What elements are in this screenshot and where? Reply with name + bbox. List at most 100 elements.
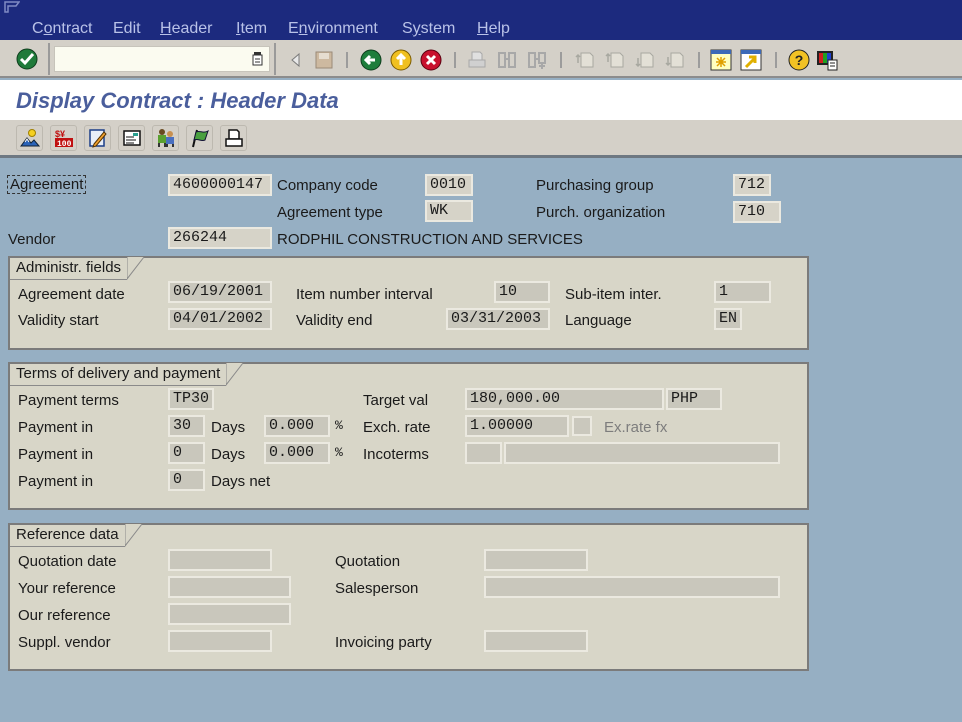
subitem-field[interactable]: 1 (714, 281, 771, 303)
command-field[interactable] (54, 46, 270, 72)
suppl-vendor-field[interactable] (168, 630, 272, 652)
menu-edit[interactable]: Edit (113, 20, 141, 38)
enter-icon[interactable] (16, 48, 38, 70)
payment-in-3-label: Payment in (18, 473, 94, 490)
create-session-icon[interactable] (710, 49, 732, 71)
validity-end-field[interactable]: 03/31/2003 (446, 308, 550, 330)
tab-edge (226, 363, 244, 386)
incoterms-desc-field[interactable] (504, 442, 780, 464)
validity-start-field[interactable]: 04/01/2002 (168, 308, 272, 330)
quotation-date-field[interactable] (168, 549, 272, 571)
validity-end-label: Validity end (296, 312, 373, 329)
salesperson-field[interactable] (484, 576, 780, 598)
validity-start-label: Validity start (18, 312, 99, 329)
conditions-icon: $¥100 (54, 129, 73, 148)
target-val-field[interactable]: 180,000.00 (465, 388, 664, 410)
company-code-field[interactable]: 0010 (425, 174, 473, 196)
system-menu-icon[interactable] (4, 1, 20, 13)
vendor-label: Vendor (8, 231, 56, 248)
partners-icon (157, 129, 174, 147)
texts-icon (88, 129, 107, 148)
your-reference-label: Your reference (18, 580, 116, 597)
standard-toolbar: ? (0, 40, 962, 78)
menu-help[interactable]: Help (477, 20, 510, 38)
exrate-fx-checkbox[interactable] (572, 416, 592, 436)
subitem-label: Sub-item inter. (565, 286, 662, 303)
incoterms-label: Incoterms (363, 446, 429, 463)
last-page-icon[interactable] (664, 49, 686, 71)
agreement-date-label: Agreement date (18, 286, 125, 303)
status-icon (191, 129, 209, 148)
texts-button[interactable] (84, 125, 111, 151)
payment-in-2-days-field[interactable]: 0 (168, 442, 205, 464)
purch-org-field[interactable]: 710 (733, 201, 781, 223)
menu-header[interactable]: Header (160, 20, 212, 38)
currency-field[interactable]: PHP (666, 388, 722, 410)
item-interval-field[interactable]: 10 (494, 281, 550, 303)
vendor-field[interactable]: 266244 (168, 227, 272, 249)
purchasing-group-field[interactable]: 712 (733, 174, 771, 196)
shortcut-icon[interactable] (740, 49, 762, 71)
conditions-button[interactable]: $¥ 100 (50, 125, 77, 151)
next-page-icon[interactable] (634, 49, 656, 71)
agreement-date-field[interactable]: 06/19/2001 (168, 281, 272, 303)
layout-menu-icon[interactable] (816, 49, 838, 71)
invoicing-party-field[interactable] (484, 630, 588, 652)
first-page-icon[interactable] (574, 49, 596, 71)
toolbar-divider (775, 52, 777, 68)
messages-button[interactable] (220, 125, 247, 151)
find-next-icon[interactable] (526, 49, 548, 71)
save-icon[interactable] (313, 49, 335, 71)
vendor-name: RODPHIL CONSTRUCTION AND SERVICES (277, 231, 583, 248)
find-icon[interactable] (496, 49, 518, 71)
invoicing-party-label: Invoicing party (335, 634, 432, 651)
reference-title: Reference data (10, 524, 142, 547)
percent-label: % (335, 418, 343, 433)
payment-in-1-label: Payment in (18, 419, 94, 436)
previous-page-icon[interactable] (604, 49, 626, 71)
menu-item[interactable]: Item (236, 20, 267, 38)
payment-terms-label: Payment terms (18, 392, 119, 409)
quotation-field[interactable] (484, 549, 588, 571)
payment-in-1-pct-field[interactable]: 0.000 (264, 415, 330, 437)
admin-fields-title: Administr. fields (10, 257, 145, 280)
application-toolbar: $¥ 100 (0, 120, 962, 158)
agreement-type-field[interactable]: WK (425, 200, 473, 222)
our-reference-label: Our reference (18, 607, 111, 624)
partners-button[interactable] (152, 125, 179, 151)
our-reference-field[interactable] (168, 603, 291, 625)
language-field[interactable]: EN (714, 308, 742, 330)
menu-environment[interactable]: Environment (288, 20, 378, 38)
status-button[interactable] (186, 125, 213, 151)
menu-bar: Contract Edit Header Item Environment Sy… (0, 0, 962, 40)
terms-group: Terms of delivery and payment (8, 362, 809, 510)
payment-terms-field[interactable]: TP30 (168, 388, 214, 410)
tab-edge (127, 257, 145, 280)
back-nav-icon[interactable] (284, 49, 306, 71)
agreement-field[interactable]: 4600000147 (168, 174, 272, 196)
payment-in-3-days-field[interactable]: 0 (168, 469, 205, 491)
command-history-icon[interactable] (252, 52, 263, 66)
title-bar: Display Contract : Header Data (0, 80, 962, 120)
menu-contract[interactable]: Contract (32, 20, 92, 38)
days-net-label: Days net (211, 473, 271, 490)
svg-text:100: 100 (57, 140, 72, 148)
your-reference-field[interactable] (168, 576, 291, 598)
toolbar-separator (48, 43, 50, 75)
salesperson-label: Salesperson (335, 580, 419, 597)
menu-system[interactable]: System (402, 20, 455, 38)
payment-in-2-pct-field[interactable]: 0.000 (264, 442, 330, 464)
header-data-button[interactable] (118, 125, 145, 151)
agreement-type-label: Agreement type (277, 204, 383, 221)
svg-text:?: ? (795, 52, 804, 68)
payment-in-1-days-field[interactable]: 30 (168, 415, 205, 437)
cancel-icon[interactable] (420, 49, 442, 71)
tab-edge (124, 524, 142, 547)
back-icon[interactable] (360, 49, 382, 71)
help-icon[interactable]: ? (788, 49, 810, 71)
header-details-button[interactable] (16, 125, 43, 151)
exch-rate-field[interactable]: 1.00000 (465, 415, 569, 437)
exit-icon[interactable] (390, 49, 412, 71)
incoterms-field[interactable] (465, 442, 502, 464)
print-icon[interactable] (466, 49, 488, 71)
